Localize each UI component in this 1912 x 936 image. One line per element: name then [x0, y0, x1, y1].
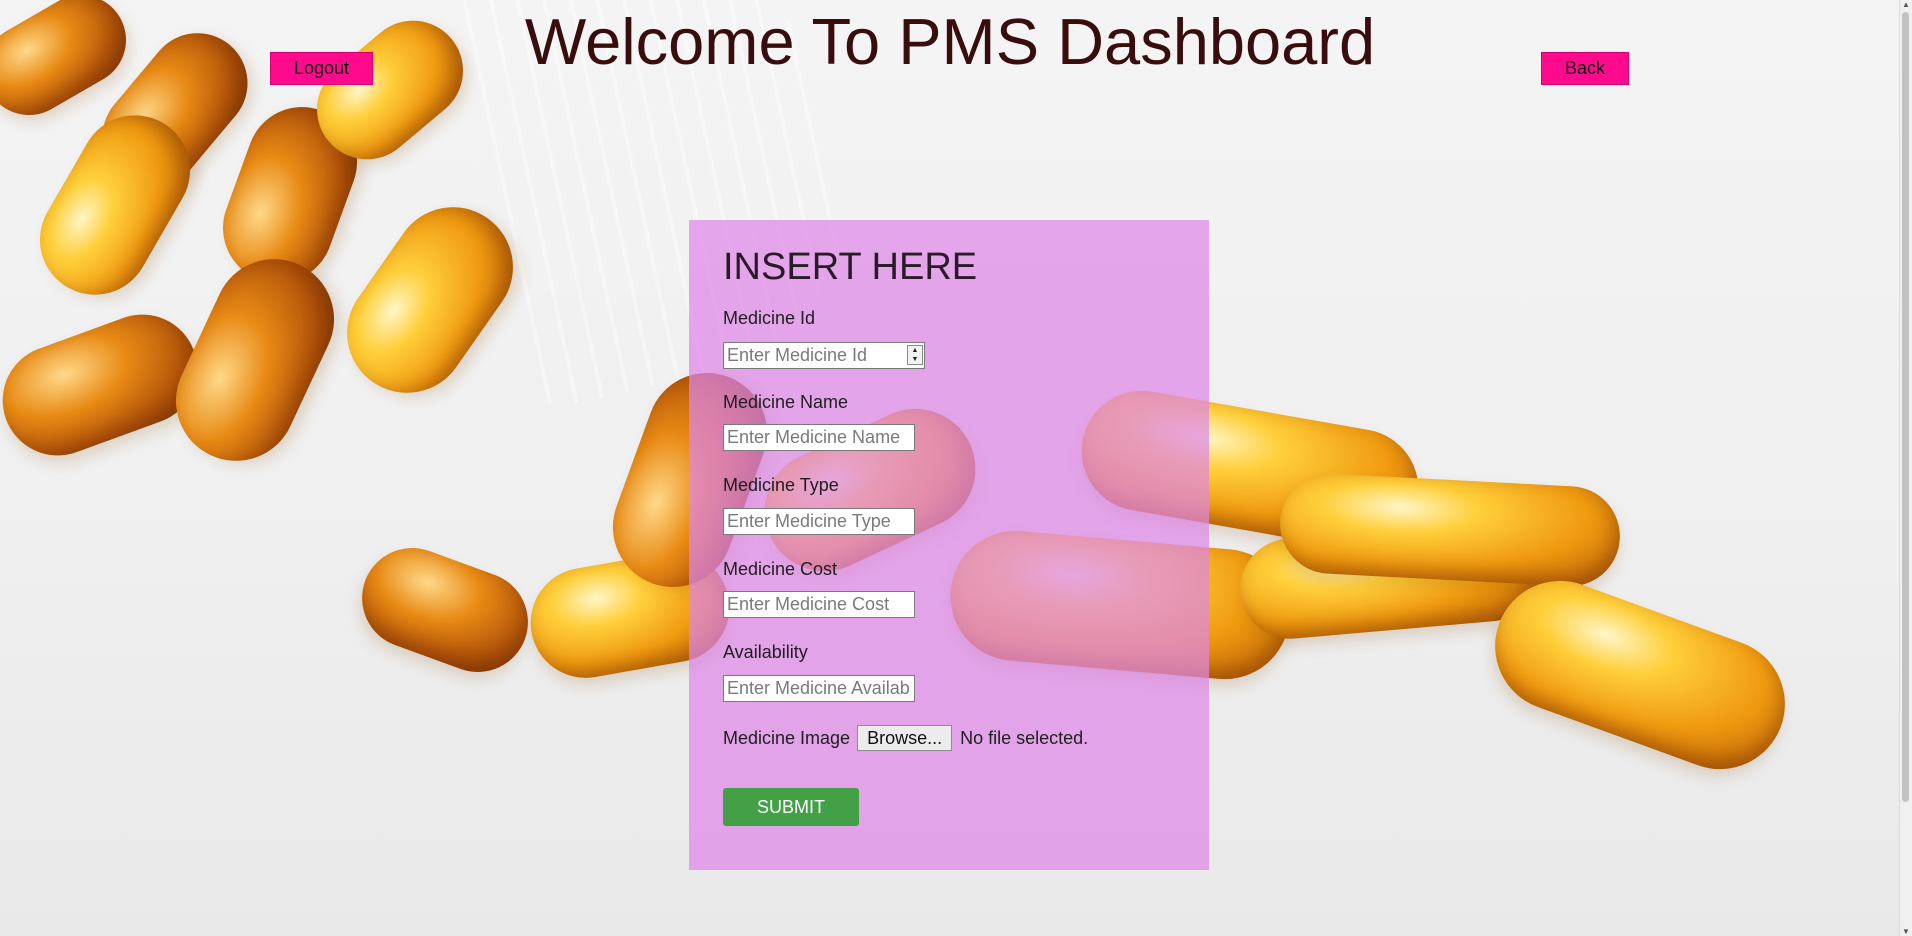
browse-button[interactable]: Browse...	[857, 725, 953, 751]
medicine-id-label: Medicine Id	[723, 308, 816, 328]
medicine-cost-label: Medicine Cost	[723, 559, 838, 579]
scroll-down-arrow-icon[interactable]: ▼	[1900, 927, 1912, 936]
medicine-image-label: Medicine Image	[723, 727, 851, 748]
file-status-text: No file selected.	[960, 727, 1089, 748]
scroll-up-arrow-icon[interactable]: ▲	[1900, 0, 1912, 9]
medicine-name-input[interactable]	[723, 424, 915, 451]
availability-label: Availability	[723, 642, 808, 662]
medicine-cost-input[interactable]	[723, 591, 915, 618]
submit-button[interactable]: SUBMIT	[723, 788, 859, 826]
insert-form-panel: INSERT HERE Medicine Id ▲▼ Medicine Name…	[689, 220, 1209, 870]
scrollbar-thumb[interactable]	[1902, 12, 1909, 802]
availability-input[interactable]	[723, 675, 915, 702]
medicine-image-row: Medicine Image Browse... No file selecte…	[723, 725, 1088, 751]
medicine-type-input[interactable]	[723, 508, 915, 535]
form-heading: INSERT HERE	[723, 246, 978, 288]
vertical-scrollbar[interactable]: ▲ ▼	[1899, 0, 1912, 936]
medicine-id-input[interactable]	[723, 342, 925, 369]
back-button[interactable]: Back	[1541, 52, 1629, 85]
number-spinner-icon[interactable]: ▲ ▼	[907, 345, 923, 365]
logout-button[interactable]: Logout	[270, 52, 373, 85]
medicine-type-label: Medicine Type	[723, 475, 839, 495]
medicine-name-label: Medicine Name	[723, 392, 849, 412]
medicine-id-wrapper: ▲▼	[723, 342, 925, 369]
